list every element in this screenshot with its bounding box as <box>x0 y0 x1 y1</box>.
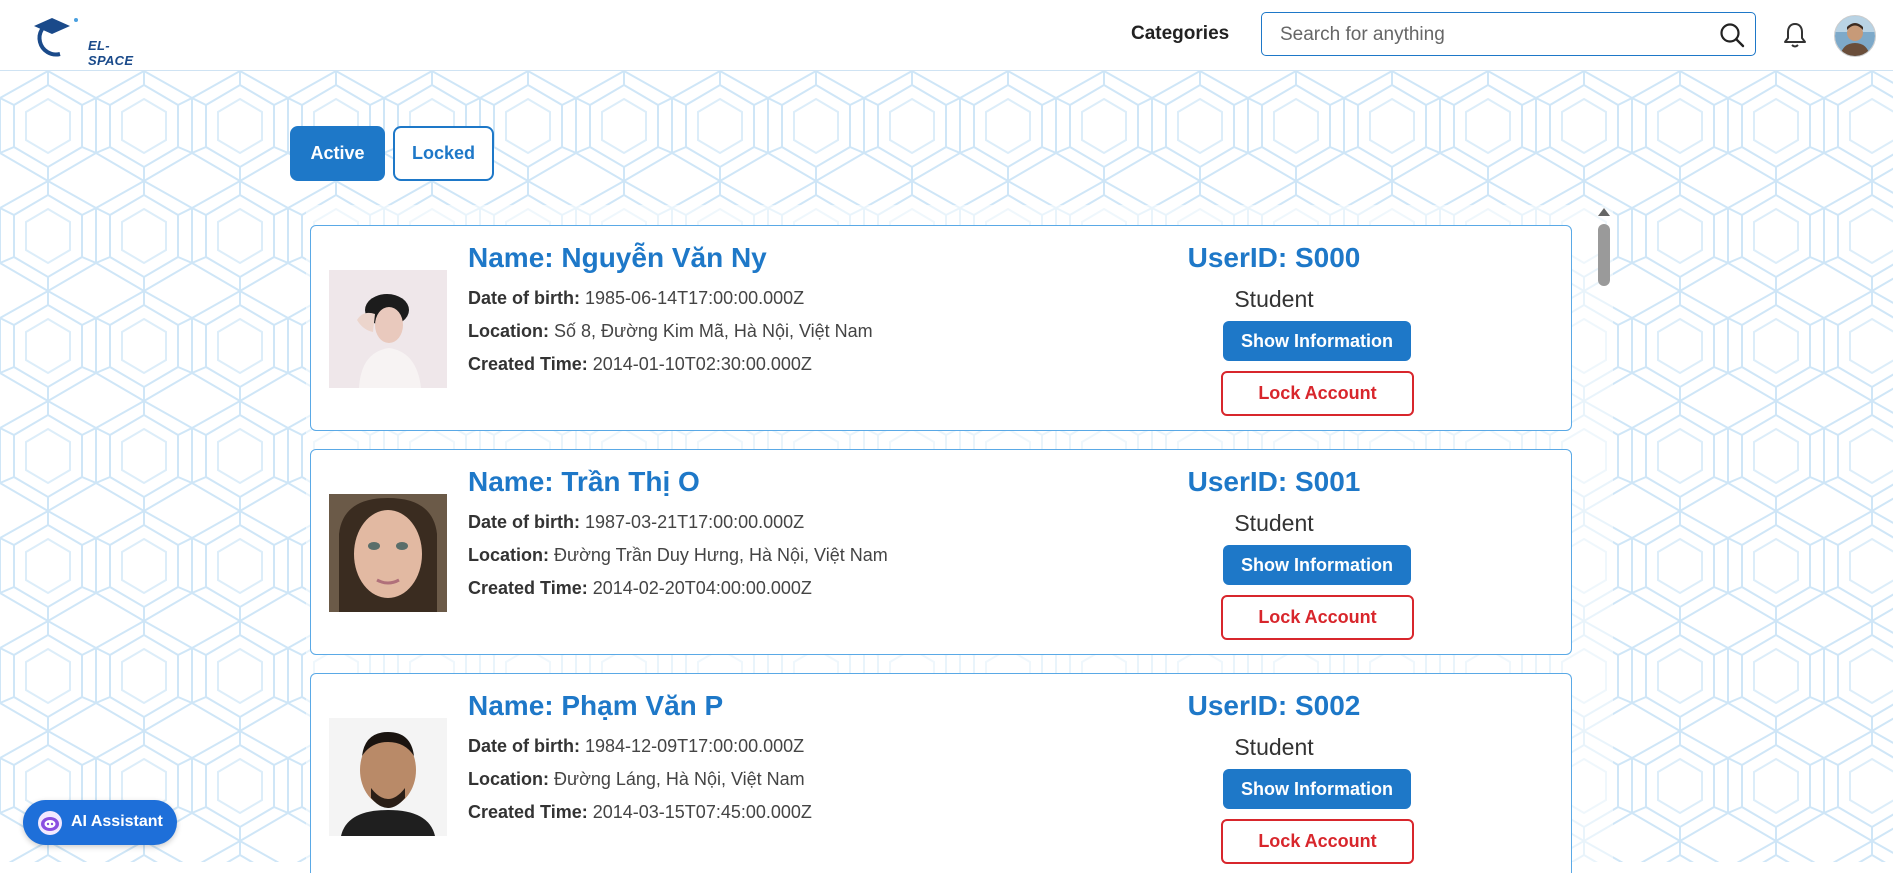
user-role: Student <box>1234 510 1314 536</box>
location-value: Số 8, Đường Kim Mã, Hà Nội, Việt Nam <box>554 321 873 341</box>
created-line: Created Time: 2014-03-15T07:45:00.000Z <box>468 802 812 823</box>
lock-account-button[interactable]: Lock Account <box>1221 371 1414 416</box>
el-space-logo[interactable]: EL-SPACE <box>30 10 133 68</box>
show-information-button[interactable]: Show Information <box>1223 321 1411 361</box>
scrollbar-thumb[interactable] <box>1598 224 1610 286</box>
dob-line: Date of birth: 1984-12-09T17:00:00.000Z <box>468 736 804 757</box>
location-label: Location: <box>468 321 549 341</box>
location-line: Location: Số 8, Đường Kim Mã, Hà Nội, Vi… <box>468 321 873 342</box>
search-input[interactable] <box>1278 21 1702 49</box>
user-id: UserID: S002 <box>1187 690 1361 721</box>
user-id: UserID: S001 <box>1187 466 1361 497</box>
created-label: Created Time: <box>468 802 588 822</box>
dob-value: 1987-03-21T17:00:00.000Z <box>585 512 805 532</box>
dob-label: Date of birth: <box>468 512 580 532</box>
search-box <box>1261 12 1756 56</box>
created-line: Created Time: 2014-02-20T04:00:00.000Z <box>468 578 812 599</box>
ai-assistant-button[interactable]: AI Assistant <box>23 800 177 845</box>
user-name: Name: Phạm Văn P <box>468 690 724 721</box>
user-card: Name: Trần Thị O Date of birth: 1987-03-… <box>310 449 1572 655</box>
dob-value: 1984-12-09T17:00:00.000Z <box>585 736 805 756</box>
logo-text: EL-SPACE <box>88 38 134 68</box>
location-line: Location: Đường Trần Duy Hưng, Hà Nội, V… <box>468 545 888 566</box>
user-photo <box>329 270 447 388</box>
user-name: Name: Trần Thị O <box>468 466 700 497</box>
categories-link[interactable]: Categories <box>1131 23 1229 45</box>
location-value: Đường Trần Duy Hưng, Hà Nội, Việt Nam <box>554 545 888 565</box>
created-value: 2014-01-10T02:30:00.000Z <box>592 354 812 374</box>
location-line: Location: Đường Láng, Hà Nội, Việt Nam <box>468 769 805 790</box>
lock-account-button[interactable]: Lock Account <box>1221 819 1414 864</box>
dob-label: Date of birth: <box>468 288 580 308</box>
tab-locked[interactable]: Locked <box>393 126 494 181</box>
created-line: Created Time: 2014-01-10T02:30:00.000Z <box>468 354 812 375</box>
location-label: Location: <box>468 769 549 789</box>
created-label: Created Time: <box>468 354 588 374</box>
dob-value: 1985-06-14T17:00:00.000Z <box>585 288 805 308</box>
user-photo <box>329 494 447 612</box>
user-role: Student <box>1234 734 1314 760</box>
ai-assistant-icon <box>38 811 62 835</box>
user-avatar[interactable] <box>1834 15 1876 57</box>
created-label: Created Time: <box>468 578 588 598</box>
dob-label: Date of birth: <box>468 736 580 756</box>
user-id: UserID: S000 <box>1187 242 1361 273</box>
lock-account-button[interactable]: Lock Account <box>1221 595 1414 640</box>
user-role: Student <box>1234 286 1314 312</box>
user-card: Name: Phạm Văn P Date of birth: 1984-12-… <box>310 673 1572 873</box>
show-information-button[interactable]: Show Information <box>1223 545 1411 585</box>
location-label: Location: <box>468 545 549 565</box>
location-value: Đường Láng, Hà Nội, Việt Nam <box>554 769 805 789</box>
created-value: 2014-03-15T07:45:00.000Z <box>592 802 812 822</box>
tab-active[interactable]: Active <box>290 126 385 181</box>
scroll-up-arrow[interactable] <box>1597 207 1611 217</box>
ai-assistant-label: AI Assistant <box>71 813 163 830</box>
show-information-button[interactable]: Show Information <box>1223 769 1411 809</box>
dob-line: Date of birth: 1985-06-14T17:00:00.000Z <box>468 288 804 309</box>
search-icon[interactable] <box>1719 22 1745 48</box>
user-photo <box>329 718 447 836</box>
bell-icon[interactable] <box>1782 21 1808 49</box>
user-name: Name: Nguyễn Văn Ny <box>468 242 767 273</box>
dob-line: Date of birth: 1987-03-21T17:00:00.000Z <box>468 512 804 533</box>
top-header: EL-SPACE Categories <box>0 0 1893 71</box>
user-card: Name: Nguyễn Văn Ny Date of birth: 1985-… <box>310 225 1572 431</box>
created-value: 2014-02-20T04:00:00.000Z <box>592 578 812 598</box>
